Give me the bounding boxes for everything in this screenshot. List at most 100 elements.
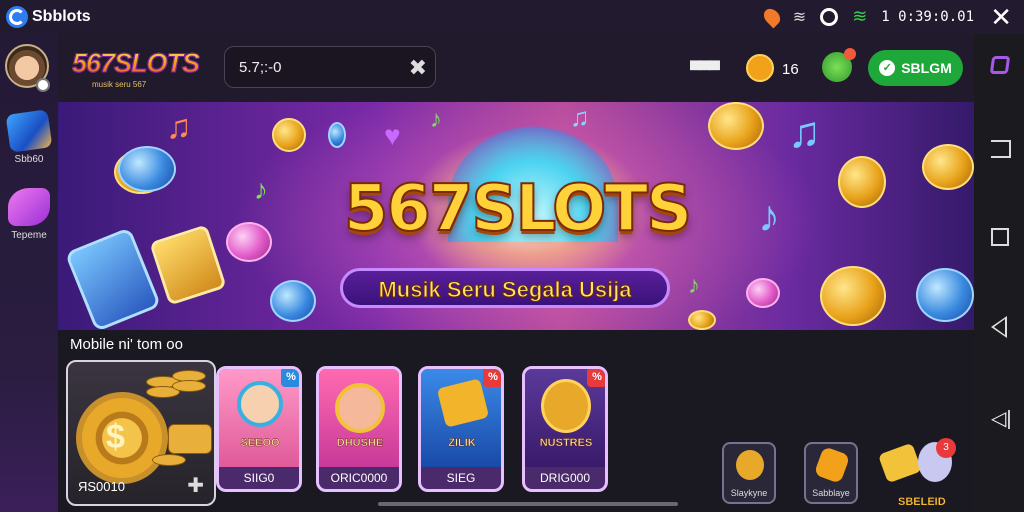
notification-dot-icon [844, 48, 856, 60]
character-image [237, 381, 283, 427]
status-bar: Sbblots ≋ ≋ 1 0:39:0.01 ✕ [0, 0, 1024, 34]
music-note-icon: ♫ [570, 102, 590, 132]
treasure-chest-image [168, 424, 212, 454]
game-label: ORIC0000 [330, 471, 388, 485]
game-label: SIIG0 [243, 471, 275, 485]
featured-game-label: ЯS0010 [78, 479, 125, 494]
coin-stack-image [152, 454, 186, 466]
coin-stack-image [172, 380, 206, 392]
promo-banner[interactable]: ♫ ♪ ♥ ♪ ♫ ♫ ♪ ♪ 567SLOTS Musik Seru Sega… [58, 102, 974, 330]
mini-game-label: Slaykyne [730, 488, 768, 498]
coin-image [270, 280, 316, 322]
game-label: SIEG [446, 471, 476, 485]
search-input[interactable]: 5.7;:-0 ✖ [224, 46, 436, 88]
gold-bar-image [436, 378, 490, 428]
game-art-title: NUSTRES [539, 437, 593, 449]
game-badge: % [483, 369, 501, 387]
circle-icon [820, 7, 839, 26]
header: 567SLOTS musik seru 567 5.7;:-0 ✖ ▀▀▀ 16… [58, 34, 974, 102]
gold-bar-icon [813, 446, 851, 484]
music-note-icon: ♪ [758, 192, 780, 241]
system-nav-bar: ◁| [974, 34, 1024, 512]
character-icon [736, 450, 764, 480]
sidebar-item-label: Sbb60 [14, 154, 44, 165]
music-note-icon: ♫ [166, 108, 192, 146]
game-badge: % [587, 369, 605, 387]
character-image [541, 379, 591, 433]
login-button[interactable]: ✓ SBLGM [868, 50, 963, 86]
clock: 1 0:39:0.01 [881, 8, 974, 25]
location-icon [760, 5, 784, 28]
status-icons: ≋ ≋ 1 0:39:0.01 [760, 5, 974, 28]
app-logo-icon [6, 6, 28, 28]
gem-icon [5, 109, 53, 153]
game-art-title: SEEOO [240, 437, 280, 449]
coin-image [820, 266, 886, 326]
banner-subtitle: Musik Seru Segala Usija [378, 277, 632, 303]
game-art-title: ZILIK [448, 437, 476, 449]
game-badge: % [281, 369, 299, 387]
coin-image [272, 118, 306, 152]
game-art-title: DHUSHE [336, 437, 384, 449]
music-note-icon: ♪ [688, 272, 700, 299]
game-card[interactable]: ZILIK SIEG % [418, 366, 504, 492]
recents-icon[interactable] [991, 228, 1009, 246]
coin-image [838, 156, 886, 208]
game-card[interactable]: DHUSHE ORIC0000 [316, 366, 402, 492]
wifi-icon: ≋ [792, 8, 807, 26]
bonus-tile[interactable]: 3 SBELEID [874, 438, 966, 508]
sidebar-item-music[interactable]: Tepeme [6, 188, 52, 241]
featured-game-card[interactable]: $ ЯS0010 ✚ [66, 360, 216, 506]
coin-image [922, 144, 974, 190]
dollar-icon: $ [106, 418, 125, 456]
return-icon[interactable] [991, 140, 1011, 158]
bonus-label: SBELEID [898, 496, 946, 508]
coin-image [746, 278, 780, 308]
game-card[interactable]: NUSTRES DRIG000 % [522, 366, 608, 492]
coin-icon[interactable] [746, 54, 774, 82]
sidebar-item-label: Tepeme [11, 230, 47, 241]
coin-image [688, 310, 716, 330]
brand-logo[interactable]: 567SLOTS [71, 48, 200, 79]
music-note-icon: ♪ [430, 106, 442, 133]
brand-tagline: musik seru 567 [92, 80, 147, 89]
banner-title: 567SLOTS [343, 171, 693, 247]
add-icon[interactable]: ✚ [187, 473, 204, 498]
back-icon[interactable] [991, 316, 1007, 338]
game-card[interactable]: SEEOO SIIG0 % [216, 366, 302, 492]
banner-subtitle-ribbon: Musik Seru Segala Usija [340, 268, 670, 308]
clear-search-icon[interactable]: ✖ [409, 55, 427, 81]
coin-image [226, 222, 272, 262]
mini-game-label: Sabblaye [812, 488, 850, 498]
app-title: Sbblots [32, 8, 91, 25]
gold-bar-icon [877, 442, 923, 484]
music-note-icon: ♫ [788, 108, 821, 157]
slot-machine-image [149, 224, 227, 306]
search-value: 5.7;:-0 [239, 59, 282, 76]
section-title: Mobile ni' tom oo [70, 336, 183, 353]
volume-icon[interactable]: ◁| [991, 406, 1012, 431]
character-image [335, 383, 385, 433]
coin-count: 16 [782, 61, 799, 78]
music-icon [8, 188, 50, 226]
close-icon[interactable]: ✕ [990, 4, 1012, 30]
game-label: DRIG000 [539, 471, 591, 485]
game-section: Mobile ni' tom oo $ ЯS0010 ✚ SEEOO SIIG0… [58, 330, 974, 512]
edit-icon[interactable] [989, 56, 1011, 74]
scroll-indicator[interactable] [378, 502, 678, 506]
avatar-badge-icon [36, 78, 50, 92]
bonus-badge: 3 [936, 438, 956, 458]
mini-game-tile[interactable]: Sabblaye [804, 442, 858, 504]
sidebar-item-gem[interactable]: Sbb60 [5, 109, 53, 165]
coin-image [708, 102, 764, 150]
check-icon: ✓ [879, 60, 896, 76]
left-sidebar: Sbb60 Tepeme [0, 34, 58, 512]
phone-image [64, 226, 162, 330]
menu-grid-icon[interactable]: ▀▀▀ [690, 62, 720, 80]
mini-game-tile[interactable]: Slaykyne [722, 442, 776, 504]
coin-image [118, 146, 176, 192]
coin-image [916, 268, 974, 322]
coin-image [328, 122, 346, 148]
login-button-label: SBLGM [901, 60, 952, 76]
wifi-signal-icon: ≋ [852, 6, 868, 26]
